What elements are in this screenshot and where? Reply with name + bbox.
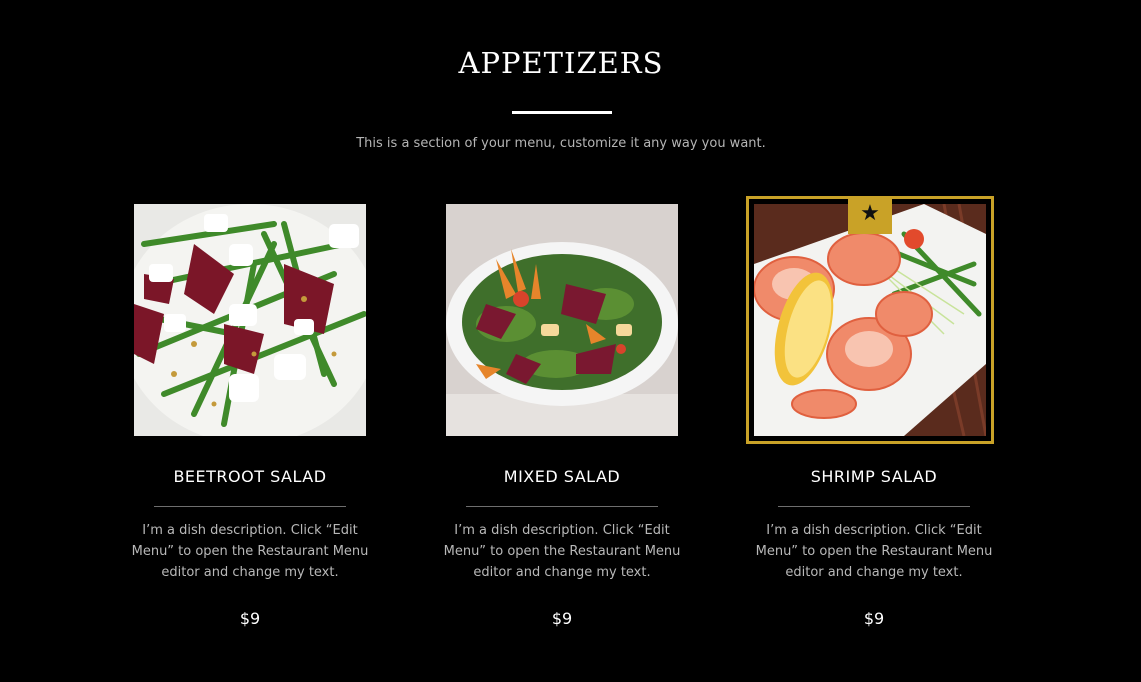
featured-star-badge: ★ <box>848 196 892 234</box>
dish-description: I’m a dish description. Click “Edit Menu… <box>443 523 681 580</box>
dish-description: I’m a dish description. Click “Edit Menu… <box>131 523 369 580</box>
title-divider <box>512 111 612 114</box>
dish-photo-frame <box>134 204 366 436</box>
featured-photo-frame: ★ <box>746 196 994 444</box>
dish-divider <box>466 506 658 507</box>
dish-price: $9 <box>863 609 885 628</box>
dish-card-shrimp-salad: ★ SHRIMP SALAD I’m a dish description. C… <box>744 196 1004 628</box>
section-description: This is a section of your menu, customiz… <box>356 136 766 151</box>
dish-card-beetroot-salad: BEETROOT SALAD I’m a dish description. C… <box>120 196 380 628</box>
dish-name: BEETROOT SALAD <box>173 467 327 486</box>
section-title: APPETIZERS <box>458 46 664 80</box>
dish-description: I’m a dish description. Click “Edit Menu… <box>755 523 993 580</box>
dish-photo-frame <box>446 204 678 436</box>
dish-divider <box>154 506 346 507</box>
dish-name: SHRIMP SALAD <box>810 467 938 486</box>
mixed-salad-photo[interactable] <box>446 204 678 436</box>
dish-divider <box>778 506 970 507</box>
dish-price: $9 <box>239 609 261 628</box>
dish-price: $9 <box>551 609 573 628</box>
beetroot-salad-photo[interactable] <box>134 204 366 436</box>
dish-card-mixed-salad: MIXED SALAD I’m a dish description. Clic… <box>432 196 692 628</box>
star-icon: ★ <box>860 201 880 226</box>
shrimp-salad-photo[interactable] <box>754 204 986 436</box>
dish-name: MIXED SALAD <box>503 467 621 486</box>
